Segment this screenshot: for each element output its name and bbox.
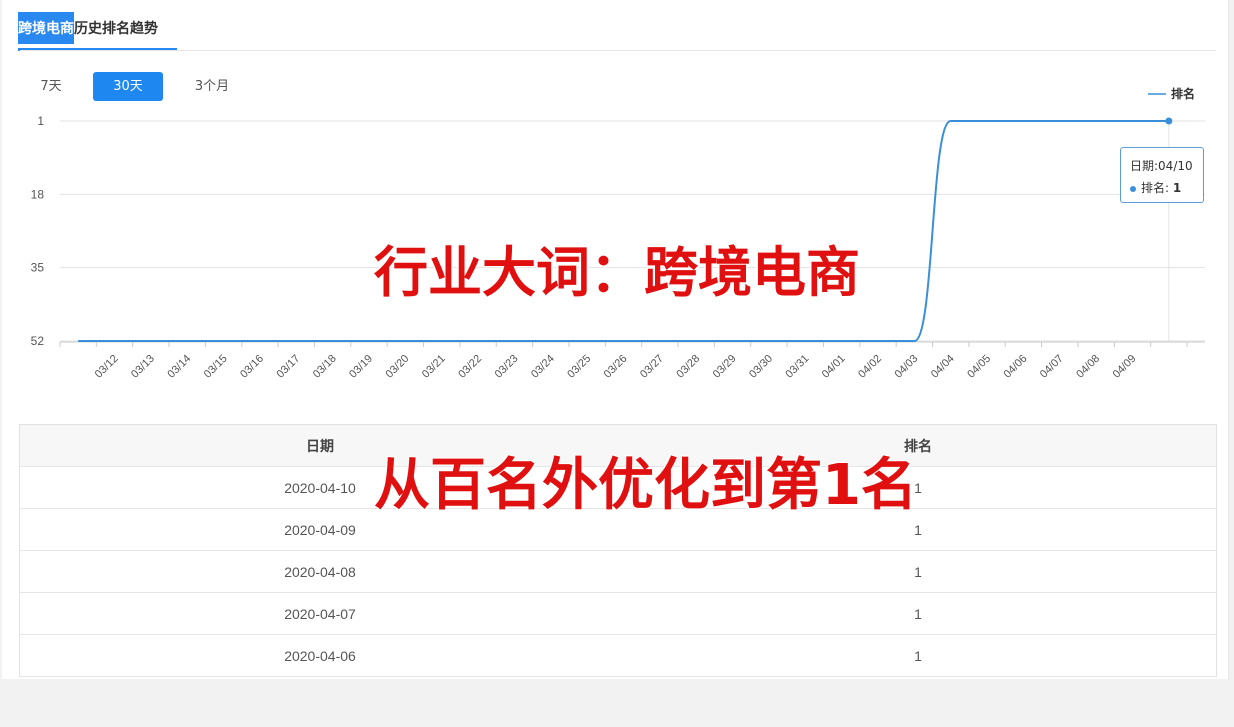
cell-rank: 1: [914, 521, 922, 538]
panel: 跨境电商 历史排名趋势 7天 30天 3个月 1 18 35 52 03/12 03/13 0…: [2, 0, 1229, 679]
cell-date: 2020-04-07: [284, 605, 356, 622]
tooltip-dot: [1130, 185, 1136, 192]
x-tick-label: 03/23: [493, 353, 521, 381]
x-tick-label: 03/24: [529, 353, 557, 381]
table-row: 2020-04-07 1: [20, 593, 1216, 635]
cell-rank: 1: [914, 605, 922, 622]
x-tick-label: 04/09: [1111, 353, 1139, 381]
y-tick-label: 52: [31, 334, 45, 348]
x-tick-label: 03/22: [456, 353, 484, 381]
tooltip-rank-value: 1: [1172, 181, 1182, 195]
x-tick-label: 03/27: [638, 353, 666, 381]
x-tick-label: 04/03: [893, 353, 921, 381]
cell-rank: 1: [914, 647, 922, 664]
x-tick-label: 03/21: [420, 353, 448, 381]
y-tick-label: 18: [31, 187, 45, 201]
x-tick-label: 04/08: [1074, 353, 1102, 381]
x-tick-label: 04/05: [965, 353, 993, 381]
chart-legend: 排名: [1148, 86, 1195, 101]
x-tick-label: 03/13: [129, 353, 157, 381]
y-tick-label: 35: [31, 261, 45, 275]
cell-date: 2020-04-09: [284, 521, 356, 538]
x-tick-label: 03/31: [783, 353, 811, 381]
x-tick-label: 03/26: [602, 353, 630, 381]
cell-rank: 1: [914, 563, 922, 580]
y-tick-label: 1: [37, 114, 44, 128]
tooltip-rank-label: 排名:: [1141, 181, 1170, 195]
x-tick-label: 03/14: [165, 353, 193, 381]
cell-date: 2020-04-08: [284, 563, 356, 580]
x-tick-label: 03/18: [311, 353, 339, 381]
x-tick-label: 03/19: [347, 353, 375, 381]
overlay-caption-result: 从百名外优化到第1名: [373, 452, 918, 519]
data-point[interactable]: [1165, 117, 1173, 125]
tooltip-date: 日期:04/10: [1130, 159, 1193, 173]
x-tick-label: 04/07: [1038, 353, 1066, 381]
x-tick-label: 04/06: [1002, 353, 1030, 381]
x-tick-label: 03/15: [202, 353, 230, 381]
chart-tooltip: 日期:04/10 排名: 1: [1120, 147, 1204, 203]
overlay-caption-keyword: 行业大词：跨境电商: [373, 240, 861, 305]
rank-line-chart: 1 18 35 52 03/12 03/13 03/14 03/15 03/16 03/17 03/…: [31, 86, 1205, 381]
x-tick-label: 04/01: [820, 353, 848, 381]
table-row: 2020-04-06 1: [20, 635, 1216, 677]
x-tick-label: 03/16: [238, 353, 266, 381]
x-tick-label: 03/28: [674, 353, 702, 381]
legend-label: 排名: [1171, 86, 1195, 101]
x-tick-label: 03/29: [711, 353, 739, 381]
x-tick-label: 04/04: [929, 353, 957, 381]
x-tick-label: 03/17: [274, 353, 302, 381]
x-tick-label: 04/02: [856, 353, 884, 381]
x-tick-label: 03/20: [384, 353, 412, 381]
x-tick-label: 03/25: [565, 353, 593, 381]
cell-date: 2020-04-06: [284, 647, 356, 664]
table-row: 2020-04-08 1: [20, 551, 1216, 593]
x-tick-label: 03/12: [93, 353, 121, 381]
x-tick-label: 03/30: [747, 353, 775, 381]
